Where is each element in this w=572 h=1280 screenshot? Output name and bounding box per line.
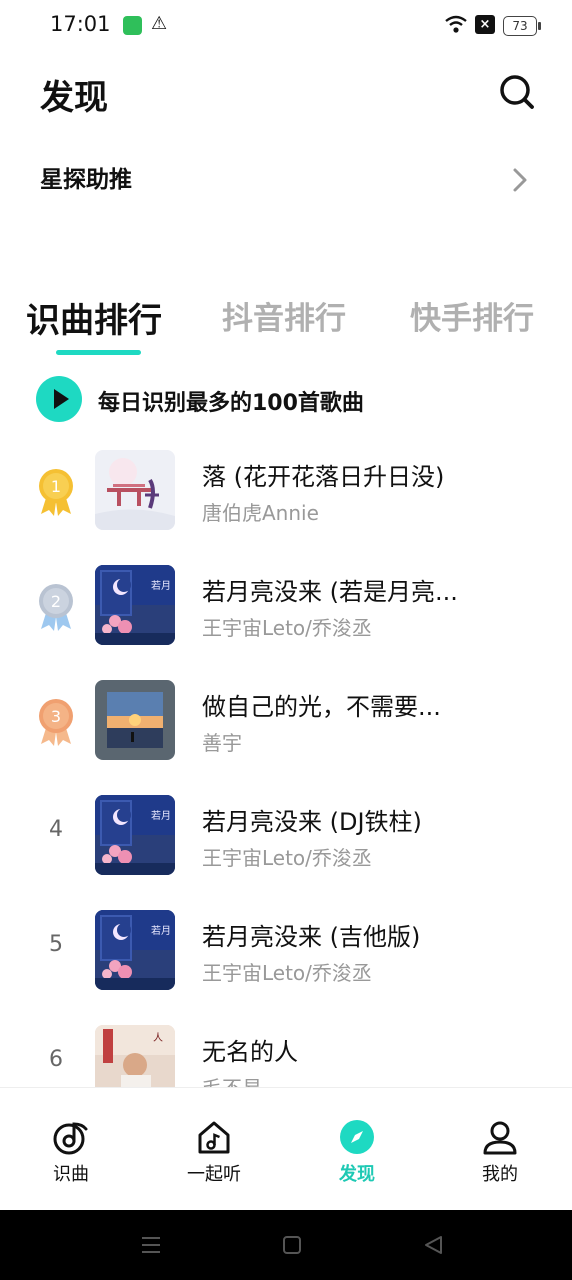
song-row[interactable]: 5 若月 若月亮没来 (吉他版) 王宇宙Leto/乔浚丞 — [0, 895, 572, 1010]
status-time: 17:01 — [50, 12, 111, 36]
chevron-right-icon — [513, 168, 527, 192]
rank-number: 6 — [49, 1047, 63, 1072]
album-cover: 若月 — [95, 565, 175, 645]
album-cover — [95, 680, 175, 760]
song-row[interactable]: 6 人 无名的人 毛不易 — [0, 1010, 572, 1087]
song-row[interactable]: 2 若月 若月亮没来 (若是月亮... 王宇宙Leto/乔浚丞 — [0, 550, 572, 665]
song-list[interactable]: 1 落 (花开花落日升日没) 唐伯虎Annie 2 若月 若月亮没来 (若是月亮… — [0, 435, 572, 1087]
rank-number: 4 — [49, 817, 63, 842]
gold-medal-icon: 1 — [39, 469, 73, 516]
bronze-medal-icon: 3 — [39, 699, 73, 746]
song-row[interactable]: 3 做自己的光，不需要... 善宇 — [0, 665, 572, 780]
tab-douyin-rank[interactable]: 抖音排行 — [222, 293, 346, 338]
nav-tab-discover[interactable]: 发现 — [307, 1118, 407, 1198]
menu-icon[interactable] — [141, 1236, 161, 1254]
svg-text:人: 人 — [153, 1032, 163, 1044]
music-note-icon — [53, 1122, 88, 1155]
rank-number: 5 — [49, 932, 63, 957]
no-sim-icon: × — [475, 15, 495, 34]
daily-label: 每日识别最多的100首歌曲 — [98, 391, 364, 416]
rank-number: 2 — [51, 592, 61, 611]
back-icon[interactable] — [423, 1235, 443, 1255]
svg-text:若月: 若月 — [151, 579, 171, 592]
nav-label: 一起听 — [187, 1164, 241, 1185]
silver-medal-icon: 2 — [39, 584, 73, 631]
song-artist: 唐伯虎Annie — [202, 501, 319, 525]
compass-icon — [340, 1120, 374, 1154]
nav-tab-mine[interactable]: 我的 — [450, 1118, 550, 1198]
star-promo-entry[interactable]: 星探助推 — [40, 158, 532, 202]
nav-label: 识曲 — [53, 1164, 89, 1185]
nav-tab-recognize[interactable]: 识曲 — [21, 1118, 121, 1198]
song-title: 若月亮没来 (DJ铁柱) — [202, 808, 422, 836]
status-bar: 17:01 ⚠ × 73 — [0, 0, 572, 52]
nav-tab-listen-together[interactable]: 一起听 — [164, 1118, 264, 1198]
song-title: 落 (花开花落日升日没) — [202, 463, 445, 491]
album-cover — [95, 450, 175, 530]
song-row[interactable]: 1 落 (花开花落日升日没) 唐伯虎Annie — [0, 435, 572, 550]
promo-label: 星探助推 — [40, 167, 132, 193]
nav-label: 发现 — [339, 1164, 375, 1185]
song-title: 无名的人 — [202, 1038, 298, 1066]
rank-number: 1 — [51, 477, 61, 496]
album-cover: 若月 — [95, 795, 175, 875]
wifi-icon — [445, 15, 467, 33]
svg-text:若月: 若月 — [151, 924, 171, 937]
tab-kuaishou-rank[interactable]: 快手排行 — [410, 293, 534, 338]
svg-text:若月: 若月 — [151, 809, 171, 822]
home-music-icon — [198, 1121, 230, 1154]
song-row[interactable]: 4 若月 若月亮没来 (DJ铁柱) 王宇宙Leto/乔浚丞 — [0, 780, 572, 895]
song-artist: 王宇宙Leto/乔浚丞 — [202, 616, 372, 640]
search-icon[interactable] — [497, 72, 537, 112]
app-notification-icon — [123, 16, 142, 35]
page-title: 发现 — [40, 78, 108, 118]
song-artist: 毛不易 — [202, 1072, 262, 1087]
tab-indicator — [56, 350, 141, 355]
home-icon[interactable] — [283, 1236, 301, 1254]
song-title: 做自己的光，不需要... — [202, 693, 441, 721]
play-icon[interactable] — [36, 376, 82, 422]
album-cover: 若月 — [95, 910, 175, 990]
song-title: 若月亮没来 (若是月亮... — [202, 578, 458, 606]
song-title: 若月亮没来 (吉他版) — [202, 923, 421, 951]
song-artist: 王宇宙Leto/乔浚丞 — [202, 846, 372, 870]
nav-label: 我的 — [482, 1164, 518, 1185]
album-cover: 人 — [95, 1025, 175, 1087]
system-nav-bar — [0, 1210, 572, 1280]
person-icon — [483, 1121, 517, 1155]
bottom-nav: 识曲 一起听 发现 我的 — [0, 1087, 572, 1211]
song-artist: 王宇宙Leto/乔浚丞 — [202, 961, 372, 985]
battery-icon: 73 — [503, 16, 541, 36]
rank-number: 3 — [51, 707, 61, 726]
warning-icon: ⚠ — [151, 13, 168, 34]
song-artist: 善宇 — [202, 731, 242, 755]
tab-recognition-rank[interactable]: 识曲排行 — [26, 293, 162, 342]
